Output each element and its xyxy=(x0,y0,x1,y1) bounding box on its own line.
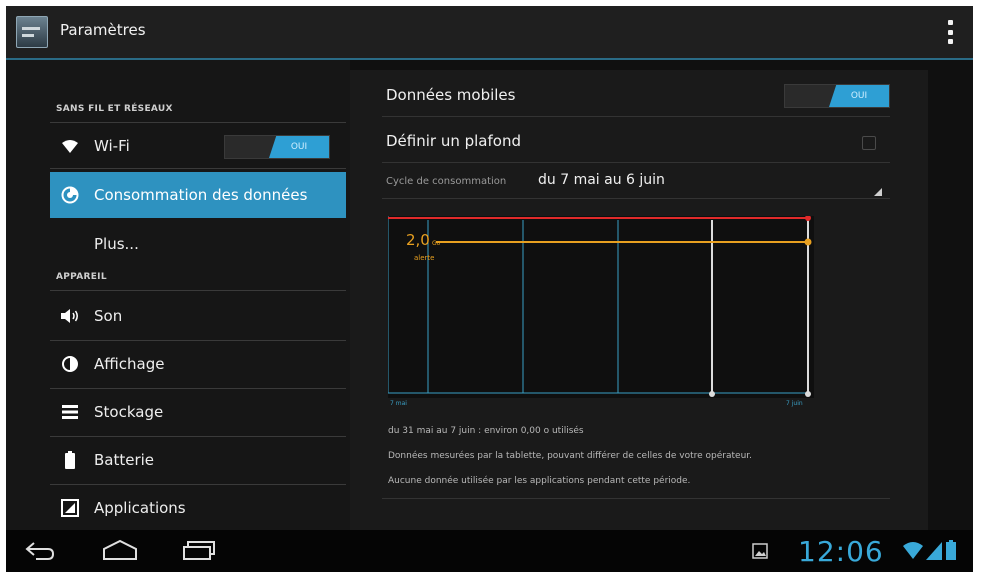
measured-note: Données mesurées par la tablette, pouvan… xyxy=(388,451,753,461)
sidebar-item-label: Consommation des données xyxy=(94,186,308,204)
speaker-icon xyxy=(60,306,80,326)
divider xyxy=(50,436,346,437)
divider xyxy=(50,388,346,389)
applications-icon xyxy=(60,498,80,518)
sidebar-item-applications[interactable]: Applications xyxy=(50,486,346,530)
sidebar-item-more[interactable]: Plus... xyxy=(50,222,346,266)
divider xyxy=(50,340,346,341)
sidebar-item-label: Wi-Fi xyxy=(94,137,130,155)
usage-summary: du 31 mai au 7 juin : environ 0,00 o uti… xyxy=(388,426,584,436)
mobile-data-toggle-on: OUI xyxy=(829,85,889,107)
set-limit-checkbox[interactable] xyxy=(862,136,876,150)
warning-value: 2,0 xyxy=(406,231,430,249)
sidebar-item-data-usage[interactable]: Consommation des données xyxy=(50,172,346,218)
chart-end-label: 7 juin xyxy=(786,400,803,407)
section-header-device: APPAREIL xyxy=(56,272,107,282)
storage-icon xyxy=(60,402,80,422)
section-header-wireless: SANS FIL ET RÉSEAUX xyxy=(56,104,173,114)
action-bar: Paramètres xyxy=(6,6,973,60)
warning-unit: Go xyxy=(432,240,441,247)
divider xyxy=(50,168,346,169)
battery-icon xyxy=(60,450,80,470)
divider xyxy=(50,484,346,485)
gallery-notification-icon[interactable] xyxy=(752,543,768,563)
warning-label: alerte xyxy=(414,254,435,262)
divider xyxy=(382,162,890,163)
divider xyxy=(50,122,346,123)
data-usage-chart: 2,0 Go alerte 7 mai 7 juin xyxy=(388,216,814,407)
mobile-data-toggle[interactable]: OUI xyxy=(784,84,890,108)
divider xyxy=(50,290,346,291)
tablet-screen: Paramètres SANS FIL ET RÉSEAUX Wi-Fi OUI… xyxy=(6,6,973,572)
sidebar-item-label: Plus... xyxy=(94,235,139,253)
dropdown-corner-icon xyxy=(874,188,882,196)
no-app-data-note: Aucune donnée utilisée par les applicati… xyxy=(388,476,691,486)
wifi-icon xyxy=(60,136,80,156)
system-bar: 12:06 xyxy=(6,530,973,572)
back-icon[interactable] xyxy=(24,541,56,565)
clock[interactable]: 12:06 xyxy=(798,535,884,568)
divider xyxy=(382,498,890,499)
cycle-label: Cycle de consommation xyxy=(386,176,507,187)
chart-start-label: 7 mai xyxy=(390,400,407,407)
mobile-data-label: Données mobiles xyxy=(386,86,516,104)
sidebar-item-label: Stockage xyxy=(94,403,164,421)
overflow-menu-icon[interactable] xyxy=(947,20,953,44)
sidebar-item-label: Batterie xyxy=(94,451,155,469)
display-icon xyxy=(60,354,80,374)
data-usage-panel: Données mobiles OUI Définir un plafond C… xyxy=(350,70,928,532)
signal-icon xyxy=(926,542,942,564)
set-limit-label: Définir un plafond xyxy=(386,132,521,150)
page-title: Paramètres xyxy=(60,21,146,39)
divider xyxy=(382,198,890,199)
sidebar-item-storage[interactable]: Stockage xyxy=(50,390,346,434)
blank-icon-slot xyxy=(60,234,80,254)
settings-app-icon[interactable] xyxy=(16,16,48,48)
sidebar-item-battery[interactable]: Batterie xyxy=(50,438,346,482)
sidebar-item-sound[interactable]: Son xyxy=(50,294,346,338)
wifi-status-icon xyxy=(902,540,924,564)
settings-sidebar: SANS FIL ET RÉSEAUX Wi-Fi OUI Consommati… xyxy=(6,60,350,530)
sidebar-item-label: Applications xyxy=(94,499,186,517)
home-icon[interactable] xyxy=(102,539,138,565)
divider xyxy=(382,116,890,117)
sidebar-item-label: Affichage xyxy=(94,355,165,373)
sidebar-item-label: Son xyxy=(94,307,123,325)
data-usage-icon xyxy=(60,185,80,205)
recent-apps-icon[interactable] xyxy=(182,541,216,565)
wifi-toggle[interactable]: OUI xyxy=(224,135,330,159)
cycle-dropdown[interactable]: du 7 mai au 6 juin xyxy=(538,172,665,188)
wifi-toggle-on: OUI xyxy=(269,136,329,158)
sidebar-item-wifi[interactable]: Wi-Fi OUI xyxy=(50,124,346,168)
battery-status-icon xyxy=(946,540,956,564)
sidebar-item-display[interactable]: Affichage xyxy=(50,342,346,386)
